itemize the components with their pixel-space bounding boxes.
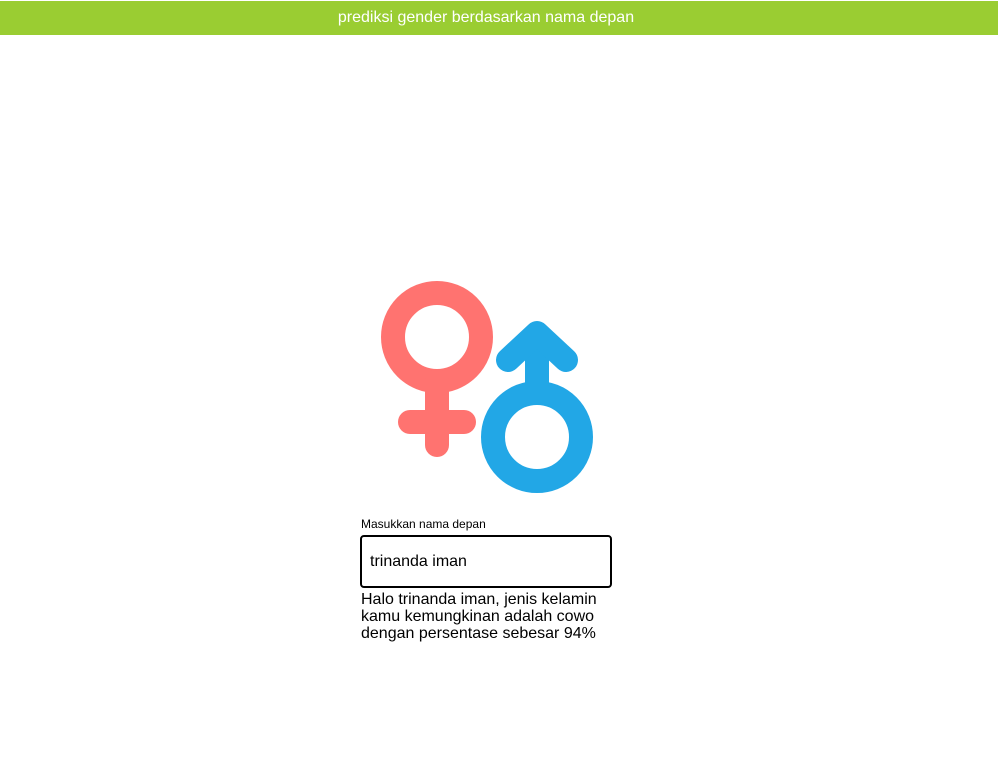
female-symbol-icon	[381, 281, 493, 457]
name-field-label: Masukkan nama depan	[361, 517, 486, 531]
prediction-result: Halo trinanda iman, jenis kelamin kamu k…	[361, 591, 597, 642]
app-title: prediksi gender berdasarkan nama depan	[337, 9, 635, 26]
gender-symbols-icon	[381, 281, 593, 493]
male-symbol-icon	[481, 321, 593, 493]
first-name-input[interactable]	[360, 535, 612, 588]
app-header: prediksi gender berdasarkan nama depan	[0, 0, 998, 35]
